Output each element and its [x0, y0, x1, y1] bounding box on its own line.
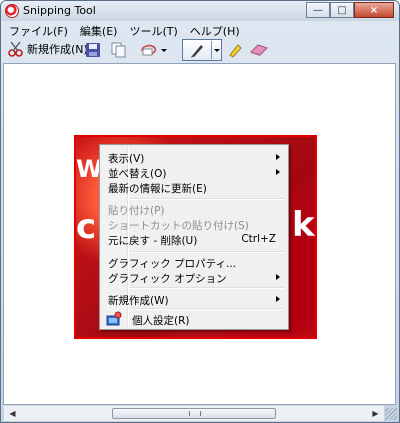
chevron-down-icon[interactable]	[214, 49, 220, 52]
menu-item-refresh[interactable]: 最新の情報に更新(E)	[102, 177, 286, 198]
scroll-left-arrow-icon[interactable]: ◀	[6, 408, 19, 419]
snipping-tool-window: Snipping Tool — □ × ファイル(F) 編集(E) ツール(T)…	[0, 0, 400, 423]
context-menu: 表示(V) 並べ替え(O) 最新の情報に更新(E) 貼り付け(P) ショートカッ…	[99, 144, 289, 330]
save-icon	[86, 43, 100, 57]
highlighter-button[interactable]	[225, 40, 245, 60]
menu-item-label: グラフィック オプション	[108, 273, 227, 285]
pen-split-divider	[211, 41, 212, 59]
menu-item-personalize[interactable]: 個人設定(R)	[102, 309, 286, 330]
menu-help[interactable]: ヘルプ(H)	[184, 22, 246, 38]
pen-button[interactable]	[182, 39, 222, 61]
highlighter-icon	[229, 44, 242, 58]
menu-edit[interactable]: 編集(E)	[74, 22, 124, 38]
window-controls: — □ ×	[306, 2, 394, 18]
maximize-button[interactable]: □	[330, 2, 354, 18]
scroll-right-arrow-icon[interactable]: ▶	[369, 408, 382, 419]
eraser-button[interactable]	[249, 40, 269, 60]
personalize-icon	[106, 311, 122, 326]
submenu-arrow-icon	[276, 274, 280, 280]
toolbar: 新規作成(N)	[3, 38, 397, 62]
menu-item-shortcut: Ctrl+Z	[241, 233, 276, 245]
new-snip-button[interactable]: 新規作成(N)	[7, 40, 88, 58]
menu-item-new[interactable]: 新規作成(W)	[102, 289, 286, 310]
menu-item-label: 新規作成(W)	[108, 295, 169, 307]
submenu-arrow-icon	[276, 169, 280, 175]
menu-item-label: 個人設定(R)	[132, 315, 190, 327]
submenu-arrow-icon	[276, 296, 280, 302]
new-snip-label: 新規作成(N)	[27, 43, 88, 56]
menu-tools[interactable]: ツール(T)	[123, 22, 183, 38]
menu-file[interactable]: ファイル(F)	[3, 22, 74, 38]
resize-grip[interactable]	[385, 408, 397, 420]
snip-text-fragment: c	[76, 207, 97, 247]
menu-item-label: 最新の情報に更新(E)	[108, 183, 207, 195]
send-snip-button[interactable]	[138, 40, 168, 60]
snipping-tool-icon	[5, 4, 19, 18]
save-button[interactable]	[83, 40, 103, 60]
menu-bar: ファイル(F) 編集(E) ツール(T) ヘルプ(H)	[3, 22, 397, 38]
scissors-icon	[8, 41, 23, 57]
chevron-down-icon	[160, 48, 167, 52]
scrollbar-grip	[189, 411, 201, 416]
window-title: Snipping Tool	[23, 4, 96, 17]
copy-icon	[111, 42, 126, 58]
pen-icon	[191, 45, 203, 58]
minimize-button[interactable]: —	[306, 2, 330, 18]
menu-item-graphics-options[interactable]: グラフィック オプション	[102, 267, 286, 288]
scrollbar-thumb[interactable]	[112, 408, 276, 419]
snip-text-fragment: k	[292, 205, 315, 245]
close-button[interactable]: ×	[354, 2, 394, 18]
send-icon	[140, 44, 156, 56]
copy-button[interactable]	[109, 40, 129, 60]
title-bar[interactable]: Snipping Tool — □ ×	[1, 1, 399, 21]
menu-item-undo-delete[interactable]: 元に戻す - 削除(U) Ctrl+Z	[102, 229, 286, 250]
menu-item-label: 元に戻す - 削除(U)	[108, 235, 198, 247]
submenu-arrow-icon	[276, 154, 280, 160]
horizontal-scrollbar[interactable]: ◀ ▶	[4, 405, 384, 421]
eraser-icon	[250, 44, 268, 56]
